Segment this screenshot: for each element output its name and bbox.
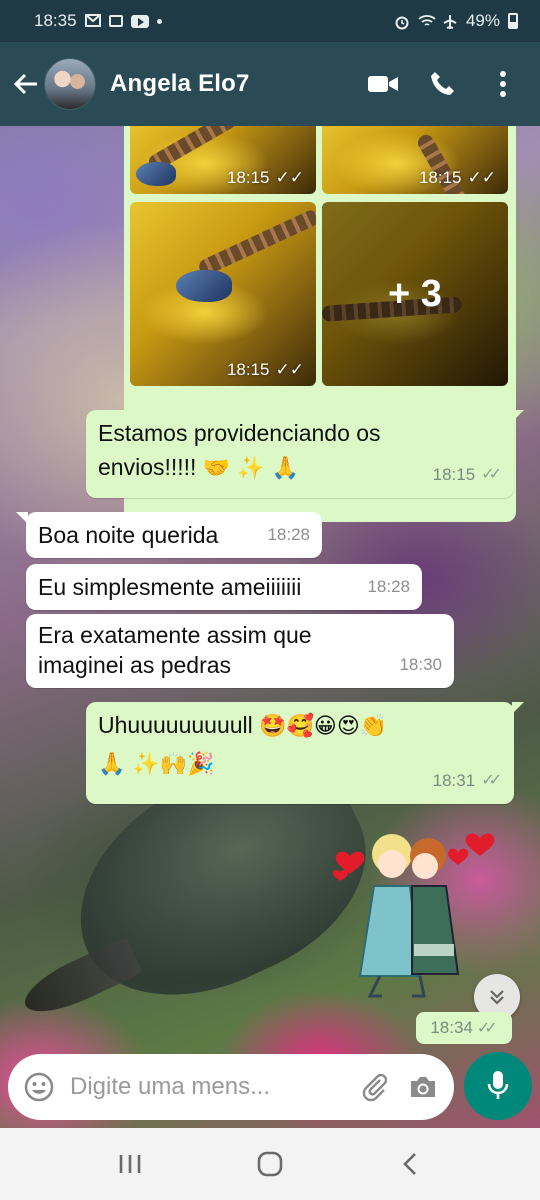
message-text: Uhuuuuuuuuull <box>98 712 260 738</box>
message-meta: 18:15 ✓✓ <box>433 458 502 492</box>
read-ticks-icon: ✓✓ <box>467 168 497 187</box>
photo-timestamp: 18:15 ✓✓ <box>226 168 305 187</box>
camera-icon[interactable] <box>406 1070 440 1104</box>
youtube-icon <box>130 14 149 28</box>
outgoing-message[interactable]: Uhuuuuuuuuull 🤩🥰😀😍👏 🙏 ✨🙌🎉 18:31 ✓✓ <box>86 702 524 804</box>
sticker-meta: 18:34 ✓✓ <box>416 1012 512 1044</box>
contact-avatar[interactable] <box>44 58 96 110</box>
read-ticks-icon: ✓✓ <box>481 772 502 789</box>
message-text: Era exatamente assim que <box>38 622 312 648</box>
message-text: imaginei as pedras <box>38 652 232 678</box>
read-ticks-icon: ✓✓ <box>275 168 305 187</box>
message-text: Estamos providenciando os <box>98 420 381 446</box>
contact-name[interactable]: Angela Elo7 <box>110 70 250 98</box>
alarm-icon <box>394 14 410 30</box>
more-photos-count[interactable]: + 3 <box>322 202 508 386</box>
read-ticks-icon: ✓✓ <box>476 1020 498 1037</box>
battery-icon <box>508 13 518 29</box>
read-ticks-icon: ✓✓ <box>275 360 305 379</box>
back-chevron-icon <box>403 1153 416 1175</box>
album-photo[interactable]: 18:15 ✓✓ <box>322 126 508 194</box>
album-photo-more[interactable]: + 3 <box>322 202 508 386</box>
status-bar: 18:35 49% <box>0 0 540 42</box>
recents-button[interactable] <box>106 1140 154 1188</box>
battery-percent: 49% <box>465 11 500 30</box>
message-emojis: 🤝 ✨ 🙏 <box>202 456 299 481</box>
back-nav-button[interactable] <box>386 1140 434 1188</box>
message-text: Eu simplesmente ameiiiiiii <box>38 574 302 600</box>
system-navigation-bar <box>0 1128 540 1200</box>
microphone-button[interactable] <box>464 1052 532 1120</box>
message-text: envios!!!!! <box>98 454 203 480</box>
dot-icon <box>156 18 162 24</box>
message-time: 18:28 <box>367 577 410 596</box>
attach-icon[interactable] <box>358 1070 392 1104</box>
back-button[interactable] <box>6 64 46 104</box>
more-options-icon[interactable] <box>486 67 520 101</box>
emoji-icon[interactable] <box>22 1070 56 1104</box>
chat-area[interactable]: 18:15 ✓✓ 18:15 ✓✓ 18:15 ✓✓ + 3 Estamos prov… <box>0 126 540 1050</box>
back-arrow-icon <box>13 73 37 95</box>
album-photo[interactable]: 18:15 ✓✓ <box>130 202 316 386</box>
message-emojis: 🤩🥰😀😍👏 <box>259 714 388 739</box>
message-time: 18:30 <box>399 655 442 674</box>
gmail-icon <box>84 14 101 28</box>
incoming-message[interactable]: Eu simplesmente ameiiiiiii 18:28 <box>26 564 422 610</box>
photo-timestamp: 18:15 ✓✓ <box>418 168 497 187</box>
message-time: 18:28 <box>267 525 310 544</box>
home-icon <box>257 1151 283 1177</box>
chat-header: Angela Elo7 <box>0 42 540 126</box>
microphone-icon <box>487 1071 509 1099</box>
home-button[interactable] <box>246 1140 294 1188</box>
gallery-icon <box>108 15 123 27</box>
double-chevron-down-icon <box>490 990 504 1005</box>
message-composer <box>8 1054 454 1120</box>
video-call-icon[interactable] <box>366 67 400 101</box>
read-ticks-icon: ✓✓ <box>481 466 502 483</box>
voice-call-icon[interactable] <box>426 67 460 101</box>
wifi-icon <box>418 14 436 28</box>
message-meta: 18:31 ✓✓ <box>433 764 502 798</box>
photo-timestamp: 18:15 ✓✓ <box>226 360 305 379</box>
album-photo[interactable]: 18:15 ✓✓ <box>130 126 316 194</box>
incoming-message[interactable]: Boa noite querida 18:28 <box>16 512 322 558</box>
message-input[interactable] <box>70 1073 358 1101</box>
status-time: 18:35 <box>34 11 77 30</box>
airplane-icon <box>442 14 458 29</box>
recents-icon <box>119 1155 141 1173</box>
outgoing-message[interactable]: Estamos providenciando os envios!!!!! 🤝 … <box>86 410 524 498</box>
incoming-message[interactable]: Era exatamente assim que imaginei as ped… <box>26 614 454 688</box>
